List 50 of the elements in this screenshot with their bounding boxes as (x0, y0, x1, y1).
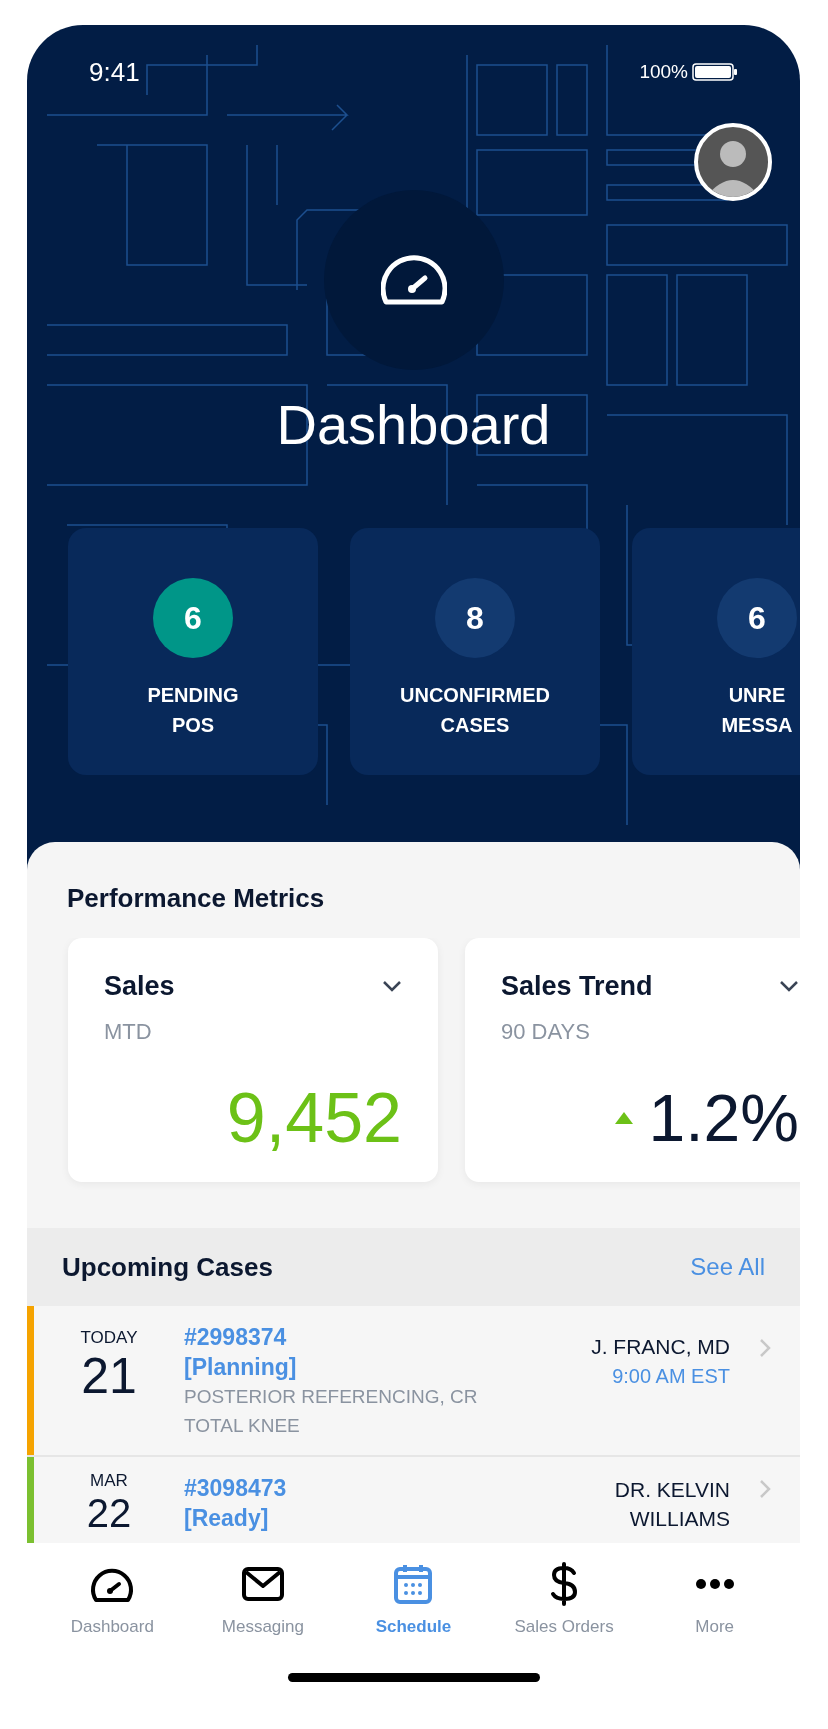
surgeon-name: DR. KELVIN WILLIAMS (613, 1477, 730, 1532)
date-day: 21 (81, 1348, 137, 1404)
case-status: [Ready] (184, 1504, 270, 1533)
case-row[interactable]: TODAY 21 #2998374 [Planning] POSTERIOR REFERENCING, CR TOTAL KNEE J. FRANC, MD 9:00 AM EST (27, 1306, 800, 1457)
case-description: POSTERIOR REFERENCING, CR TOTAL KNEE (184, 1385, 479, 1438)
tab-bar-item[interactable]: Dashboard (42, 1561, 183, 1640)
tab-bar-item[interactable]: Messaging (192, 1561, 333, 1640)
section-title: Performance Metrics (67, 882, 326, 914)
tab-bar-item[interactable]: Sales Orders (494, 1561, 635, 1640)
stat-label: PENDING POS (147, 683, 239, 738)
count-badge: 8 (435, 578, 515, 658)
dollar-icon (549, 1561, 580, 1606)
mail-icon (240, 1565, 285, 1602)
date-label: TODAY (80, 1328, 138, 1348)
page-title: Dashboard (276, 393, 551, 457)
stat-label: UNRE MESSA (721, 683, 793, 738)
case-time: 9:00 AM EST (612, 1364, 730, 1389)
tab-bar-item[interactable]: More (644, 1561, 785, 1640)
stat-label: UNCONFIRMED CASES (400, 683, 550, 738)
count-badge: 6 (153, 578, 233, 658)
surgeon-name: J. FRANC, MD (590, 1334, 730, 1360)
metric-value: 9,452 (226, 1080, 402, 1156)
status-time: 9:41 (89, 57, 140, 87)
calendar-icon (393, 1562, 434, 1605)
date-day: 22 (86, 1491, 132, 1535)
battery-percent: 100% (639, 59, 688, 84)
stat-card[interactable]: 6 PENDING POS (68, 528, 318, 775)
chevron-down-icon[interactable] (382, 980, 402, 993)
metric-period: MTD (104, 1017, 153, 1046)
metric-title: Sales (104, 970, 175, 1003)
stat-card[interactable]: 8 UNCONFIRMED CASES (350, 528, 600, 775)
case-status: [Planning] (184, 1353, 298, 1382)
count-badge: 6 (717, 578, 797, 658)
section-title: Upcoming Cases (62, 1250, 273, 1284)
chevron-right-icon (759, 1479, 771, 1499)
trend-up-icon (614, 1112, 633, 1124)
gauge-icon (380, 255, 447, 305)
chevron-right-icon (759, 1338, 771, 1358)
metric-value: 1.2% (648, 1080, 799, 1156)
chevron-down-icon[interactable] (779, 980, 799, 993)
metric-period: 90 DAYS (501, 1017, 591, 1046)
date-label: MAR (90, 1471, 128, 1491)
battery-icon (692, 63, 738, 81)
see-all-link[interactable]: See All (690, 1249, 765, 1285)
more-icon (694, 1577, 735, 1590)
stat-card[interactable]: 6 UNRE MESSA (632, 528, 800, 775)
metric-title: Sales Trend (501, 970, 653, 1003)
case-number[interactable]: #2998374 (184, 1322, 539, 1352)
tab-bar-item[interactable]: Schedule (343, 1561, 484, 1640)
case-number[interactable]: #3098473 (184, 1473, 539, 1503)
